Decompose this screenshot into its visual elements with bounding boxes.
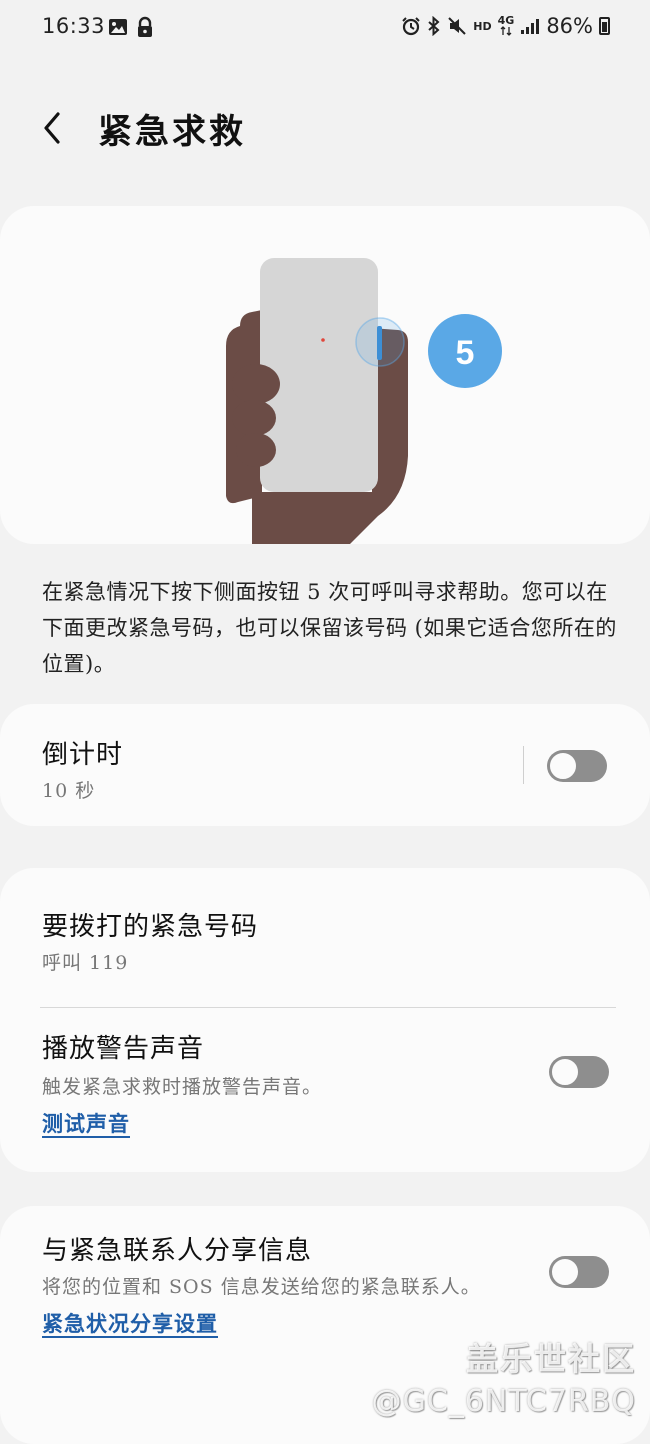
header: 紧急求救 xyxy=(0,100,650,160)
image-icon xyxy=(108,16,128,38)
share-info-subtitle: 将您的位置和 SOS 信息发送给您的紧急联系人。 xyxy=(42,1276,481,1298)
description-text: 在紧急情况下按下侧面按钮 5 次可呼叫寻求帮助。您可以在下面更改紧急号码，也可以… xyxy=(42,580,617,676)
finger-shape xyxy=(232,364,280,404)
toggle-knob xyxy=(550,1257,580,1287)
watermark-brand: 盖乐世社区 xyxy=(465,1340,636,1378)
alarm-sound-toggle[interactable] xyxy=(549,1056,609,1088)
toggle-knob xyxy=(550,1057,580,1087)
finger-shape xyxy=(232,400,276,436)
alarm-sound-subtitle: 触发紧急求救时播放警告声音。 xyxy=(42,1076,323,1098)
battery-icon xyxy=(599,17,610,35)
row-divider xyxy=(40,1007,616,1008)
status-time: 16:33 xyxy=(42,14,106,38)
hd-icon: HD xyxy=(473,19,492,33)
emergency-number-title: 要拨打的紧急号码 xyxy=(42,912,259,942)
countdown-value: 10 秒 xyxy=(42,780,96,802)
toggle-knob xyxy=(548,751,578,781)
countdown-card[interactable]: 倒计时 10 秒 xyxy=(0,704,650,826)
alarm-icon xyxy=(401,16,421,36)
status-bar: 16:33 HD 4G 86% xyxy=(0,0,650,58)
side-button-shape xyxy=(377,326,382,360)
phone-shape xyxy=(260,258,378,492)
countdown-toggle[interactable] xyxy=(547,750,607,782)
signal-icon xyxy=(520,17,540,35)
mute-icon xyxy=(447,16,467,36)
4g-icon: 4G xyxy=(497,14,515,36)
emergency-number-value: 呼叫 119 xyxy=(42,952,129,974)
finger-shape xyxy=(236,433,276,467)
press-count: 5 xyxy=(456,334,475,372)
vertical-divider xyxy=(523,746,524,784)
share-info-toggle[interactable] xyxy=(549,1256,609,1288)
share-settings-link[interactable]: 紧急状况分享设置 xyxy=(42,1308,218,1338)
emergency-settings-card: 要拨打的紧急号码 呼叫 119 播放警告声音 触发紧急求救时播放警告声音。 测试… xyxy=(0,868,650,1172)
share-info-title: 与紧急联系人分享信息 xyxy=(42,1236,313,1266)
alarm-sound-title: 播放警告声音 xyxy=(42,1034,205,1064)
back-button[interactable] xyxy=(36,106,72,150)
network-type-label: 4G xyxy=(497,14,515,27)
illustration-card: 5 xyxy=(0,206,650,544)
lock-icon xyxy=(136,16,154,38)
page-title: 紧急求救 xyxy=(98,112,246,152)
test-sound-link[interactable]: 测试声音 xyxy=(42,1108,130,1138)
battery-percent: 86% xyxy=(546,14,593,38)
watermark-user: @GC_6NTC7RBQ xyxy=(371,1384,636,1419)
countdown-title: 倒计时 xyxy=(42,740,124,770)
emergency-number-row[interactable]: 要拨打的紧急号码 呼叫 119 xyxy=(0,868,650,1008)
chevron-left-icon xyxy=(44,112,60,144)
side-button-illustration: 5 xyxy=(226,258,502,544)
bluetooth-icon xyxy=(427,16,441,36)
